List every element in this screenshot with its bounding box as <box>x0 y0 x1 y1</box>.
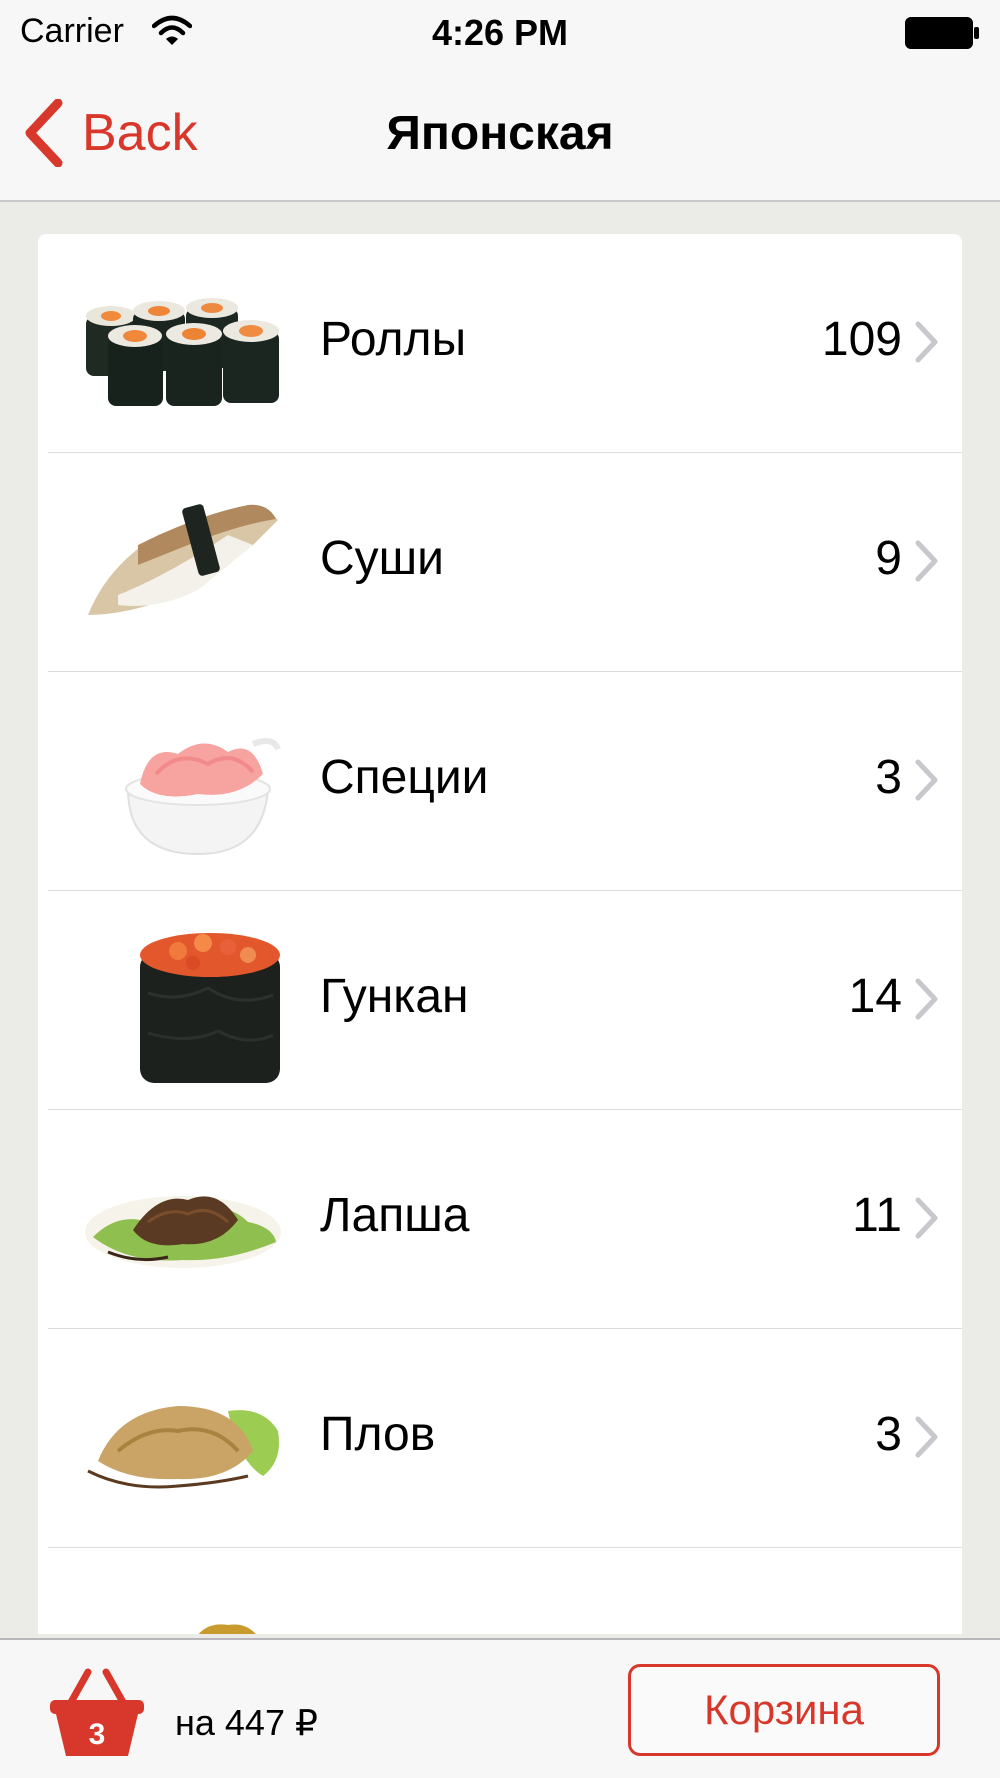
category-row-spices[interactable]: Специи 3 <box>38 672 962 891</box>
ginger-photo <box>125 737 281 856</box>
page-title: Японская <box>386 107 614 160</box>
category-row-partial[interactable] <box>38 1548 962 1634</box>
chevron-right-icon <box>915 321 938 363</box>
chevron-right-icon <box>915 1197 938 1239</box>
category-label: Специи <box>320 751 489 804</box>
noodles-photo <box>85 1196 281 1268</box>
chevron-right-icon <box>915 978 938 1020</box>
rolls-photo <box>86 298 279 406</box>
category-count: 11 <box>852 1189 902 1242</box>
category-label: Гункан <box>320 970 469 1023</box>
chevron-right-icon <box>915 1416 938 1458</box>
pilaf-photo <box>87 1406 279 1489</box>
category-count: 14 <box>848 970 902 1023</box>
tempura-photo <box>198 1624 256 1634</box>
cart-total: на 447 ₽ <box>175 1702 318 1743</box>
app-screen: Carrier 4:26 PM Back Японская Роллы 109 … <box>0 0 1000 1778</box>
status-bar: Carrier 4:26 PM <box>0 0 1000 64</box>
cart-button[interactable]: Корзина <box>628 1664 940 1756</box>
navigation-bar: Back Японская <box>0 64 1000 202</box>
category-row-rolls[interactable]: Роллы 109 <box>38 234 962 453</box>
category-row-gunkan[interactable]: Гункан 14 <box>38 891 962 1110</box>
category-count: 3 <box>875 751 902 804</box>
basket-count-badge: 3 <box>88 1718 106 1751</box>
bottom-toolbar: 3 на 447 ₽ Корзина <box>0 1638 1000 1778</box>
sushi-photo <box>88 504 278 615</box>
category-label: Роллы <box>320 313 467 366</box>
category-row-noodles[interactable]: Лапша 11 <box>38 1110 962 1329</box>
gunkan-photo <box>140 933 280 1083</box>
status-time: 4:26 PM <box>431 12 569 53</box>
chevron-right-icon <box>915 759 938 801</box>
category-label: Лапша <box>320 1189 470 1242</box>
category-count: 9 <box>875 532 902 585</box>
category-count: 3 <box>875 1408 902 1461</box>
category-label: Плов <box>320 1408 436 1461</box>
category-count: 109 <box>821 313 902 366</box>
category-label: Суши <box>320 532 444 585</box>
chevron-right-icon <box>915 540 938 582</box>
category-list: Роллы 109 Суши 9 Специи 3 Гункан 14 Лапш… <box>38 234 962 1634</box>
category-row-sushi[interactable]: Суши 9 <box>38 453 962 672</box>
category-row-pilaf[interactable]: Плов 3 <box>38 1329 962 1548</box>
battery-icon <box>905 17 979 49</box>
